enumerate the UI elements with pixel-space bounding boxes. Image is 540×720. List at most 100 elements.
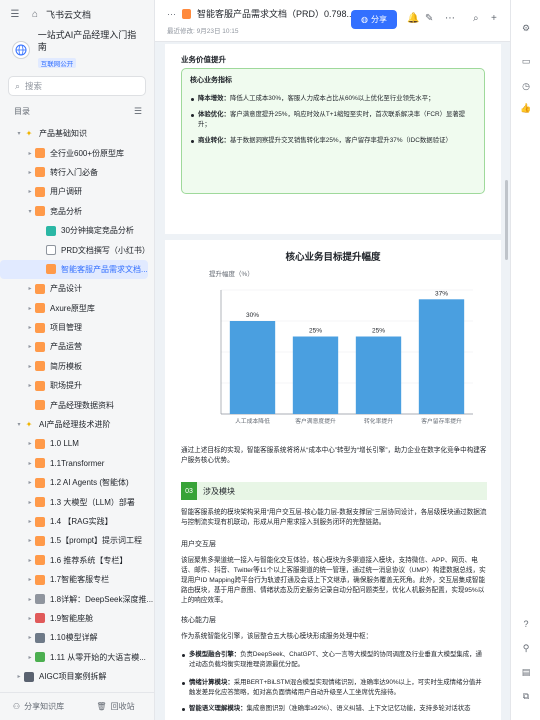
sidebar-item-label: 产品设计 (50, 284, 82, 294)
clock-icon[interactable]: ◷ (520, 80, 532, 92)
chevron-right-icon[interactable]: ▸ (25, 479, 35, 486)
doc-header: ··· 智能客服产品需求文档（PRD）0.798... 最近修改: 9月23日 … (155, 0, 510, 42)
sidebar-item[interactable]: ▸ 1.2 AI Agents (智能体) (0, 473, 154, 492)
chevron-right-icon[interactable]: ▸ (25, 188, 35, 195)
chevron-right-icon[interactable]: ▸ (25, 518, 35, 525)
like-icon[interactable]: 👍 (520, 102, 532, 114)
share-button[interactable]: ◍ 分享 (351, 10, 397, 29)
add-icon[interactable]: + (491, 13, 497, 24)
sidebar-item[interactable]: 产品经理数据资料 (0, 395, 154, 414)
sidebar-item[interactable]: ▾ ✦ AI产品经理技术进阶 (0, 415, 154, 434)
chevron-right-icon[interactable]: ▸ (25, 363, 35, 370)
sidebar-item[interactable]: ▸ 简历模板 (0, 357, 154, 376)
chevron-right-icon[interactable]: ▸ (14, 673, 24, 680)
sidebar-item[interactable]: ▸ 1.4 【RAG实践】 (0, 512, 154, 531)
sidebar-item[interactable]: ▸ 项目管理 (0, 318, 154, 337)
chevron-right-icon[interactable]: ▸ (25, 150, 35, 157)
bar-value-label: 30% (246, 312, 259, 319)
sidebar-item[interactable]: 智能客服产品需求文档... (0, 259, 148, 280)
chevron-right-icon[interactable]: ▸ (25, 324, 35, 331)
chevron-right-icon[interactable]: ▸ (25, 576, 35, 583)
share-label: 分享 (370, 15, 387, 24)
sidebar-item-label: 1.1Transformer (50, 458, 105, 468)
space-header[interactable]: 一站式AI产品经理入门指南 互联网公开 (0, 28, 154, 68)
chevron-right-icon[interactable]: ▸ (25, 557, 35, 564)
help-icon[interactable]: ? (520, 618, 532, 630)
chevron-right-icon[interactable]: ▸ (25, 596, 35, 603)
sidebar-item[interactable]: ▸ 1.5【prompt】提示词工程 (0, 531, 154, 550)
toc-header: 目录 ☰ (0, 102, 154, 123)
sidebar-item[interactable]: ▸ 用户调研 (0, 182, 154, 201)
sidebar-item[interactable]: ▾ ✦ 产品基础知识 (0, 124, 154, 143)
sidebar-item[interactable]: ▸ 1.0 LLM (0, 434, 154, 453)
sidebar-item[interactable]: 30分钟搞定竞品分析 (0, 221, 154, 240)
chevron-right-icon[interactable]: ▸ (25, 634, 35, 641)
share-space-button[interactable]: ⚇ 分享知识库 (0, 701, 77, 712)
link-icon[interactable]: ⚲ (520, 642, 532, 654)
chevron-right-icon[interactable]: ▸ (25, 343, 35, 350)
collapse-sidebar-icon[interactable]: ☰ (8, 7, 22, 21)
chevron-right-icon[interactable]: ▸ (25, 499, 35, 506)
bullet-bold: 智能语义理解模块： (189, 705, 247, 712)
sidebar-footer: ⚇ 分享知识库 🗑 回收站 (0, 692, 154, 720)
sidebar-item-label: 1.11 从零开始的大语言模... (50, 652, 146, 662)
chevron-right-icon[interactable]: ▸ (25, 169, 35, 176)
settings-icon[interactable]: ⚙ (520, 22, 532, 34)
chevron-right-icon[interactable]: ▸ (25, 654, 35, 661)
chevron-right-icon[interactable]: ▸ (25, 440, 35, 447)
sidebar-item-label: 智能客服产品需求文档... (61, 264, 148, 274)
search-doc-icon[interactable]: ⌕ (473, 13, 479, 24)
folder-icon (35, 380, 45, 391)
sidebar-item[interactable]: ▸ 1.1Transformer (0, 454, 154, 473)
sidebar-item[interactable]: ▸ 1.8详解：DeepSeek深度推... (0, 589, 154, 608)
sidebar-item[interactable]: ▸ 产品运营 (0, 337, 154, 356)
chevron-right-icon[interactable]: ▸ (25, 382, 35, 389)
x-tick-label: 转化率提升 (364, 417, 393, 425)
copy-icon[interactable]: ⧉ (520, 690, 532, 702)
sidebar-item[interactable]: ▸ 1.3 大模型（LLM）部署 (0, 492, 154, 511)
search-input[interactable]: ⌕ 搜索 (8, 76, 146, 96)
sidebar-item[interactable]: PRD文档撰写（小红书） (0, 240, 154, 259)
more-breadcrumb-icon[interactable]: ··· (167, 9, 176, 19)
sidebar-item-label: 1.8详解：DeepSeek深度推... (50, 594, 154, 604)
more-icon[interactable]: ⋯ (445, 13, 455, 24)
sidebar-item-label: 1.3 大模型（LLM）部署 (50, 497, 135, 507)
chevron-right-icon[interactable]: ▸ (25, 537, 35, 544)
recycle-bin-button[interactable]: 🗑 回收站 (77, 701, 154, 712)
sidebar-item[interactable]: ▸ 1.11 从零开始的大语言模... (0, 648, 154, 667)
chevron-down-icon[interactable]: ▾ (14, 130, 24, 137)
right-rail: ⚙ ▭ ◷ 👍 ? ⚲ ▤ ⧉ (510, 0, 540, 720)
bell-icon[interactable]: 🔔 (407, 13, 419, 24)
sidebar-item-label: 用户调研 (50, 187, 82, 197)
sidebar-item[interactable]: ▾ 竞品分析 (0, 202, 154, 221)
comment-icon[interactable]: ▭ (520, 55, 532, 67)
sidebar-item[interactable]: ▸ Axure原型库 (0, 299, 154, 318)
sidebar-item[interactable]: ▸ 全行业600+份原型库 (0, 143, 154, 162)
folder-icon (35, 652, 45, 663)
chart-bar (229, 321, 276, 414)
sidebar-item[interactable]: ▸ 1.7智能客服专栏 (0, 570, 154, 589)
doc-tree: ▾ ✦ 产品基础知识 ▸ 全行业600+份原型库 ▸ 转行入门必备 ▸ 用户调研 ▾ 竞品分析 30分… (0, 124, 154, 684)
sidebar-item[interactable]: ▸ 职场提升 (0, 376, 154, 395)
sidebar-item[interactable]: ▸ 转行入门必备 (0, 163, 154, 182)
chevron-down-icon[interactable]: ▾ (14, 421, 24, 428)
toc-options-icon[interactable]: ☰ (134, 106, 142, 117)
edit-icon[interactable]: ✎ (425, 13, 433, 24)
sidebar-item[interactable]: ▸ 1.10模型详解 (0, 628, 154, 647)
sidebar-item[interactable]: ▸ 1.9智能座舱 (0, 609, 154, 628)
doc-info-icon[interactable]: ▤ (520, 666, 532, 678)
search-placeholder: 搜索 (25, 81, 43, 91)
scrollbar[interactable] (505, 180, 508, 260)
chevron-right-icon[interactable]: ▸ (25, 285, 35, 292)
sidebar-item[interactable]: ▸ 1.6 推荐系统【专栏】 (0, 551, 154, 570)
layer2-bullet: 智能语义理解模块：集成意图识别（准确率≥92%）、语义纠错、上下文记忆功能，支持… (182, 704, 487, 714)
chevron-right-icon[interactable]: ▸ (25, 615, 35, 622)
sidebar-item[interactable]: ▸ 产品设计 (0, 279, 154, 298)
app-title[interactable]: 飞书云文档 (46, 8, 91, 21)
sidebar-item[interactable]: ▸ AIGC项目案例拆解 (0, 667, 154, 684)
chevron-right-icon[interactable]: ▸ (25, 305, 35, 312)
doc-title[interactable]: 智能客服产品需求文档（PRD）0.798... (197, 7, 354, 20)
chevron-right-icon[interactable]: ▸ (25, 460, 35, 467)
chevron-down-icon[interactable]: ▾ (25, 208, 35, 215)
home-icon[interactable]: ⌂ (28, 7, 42, 21)
